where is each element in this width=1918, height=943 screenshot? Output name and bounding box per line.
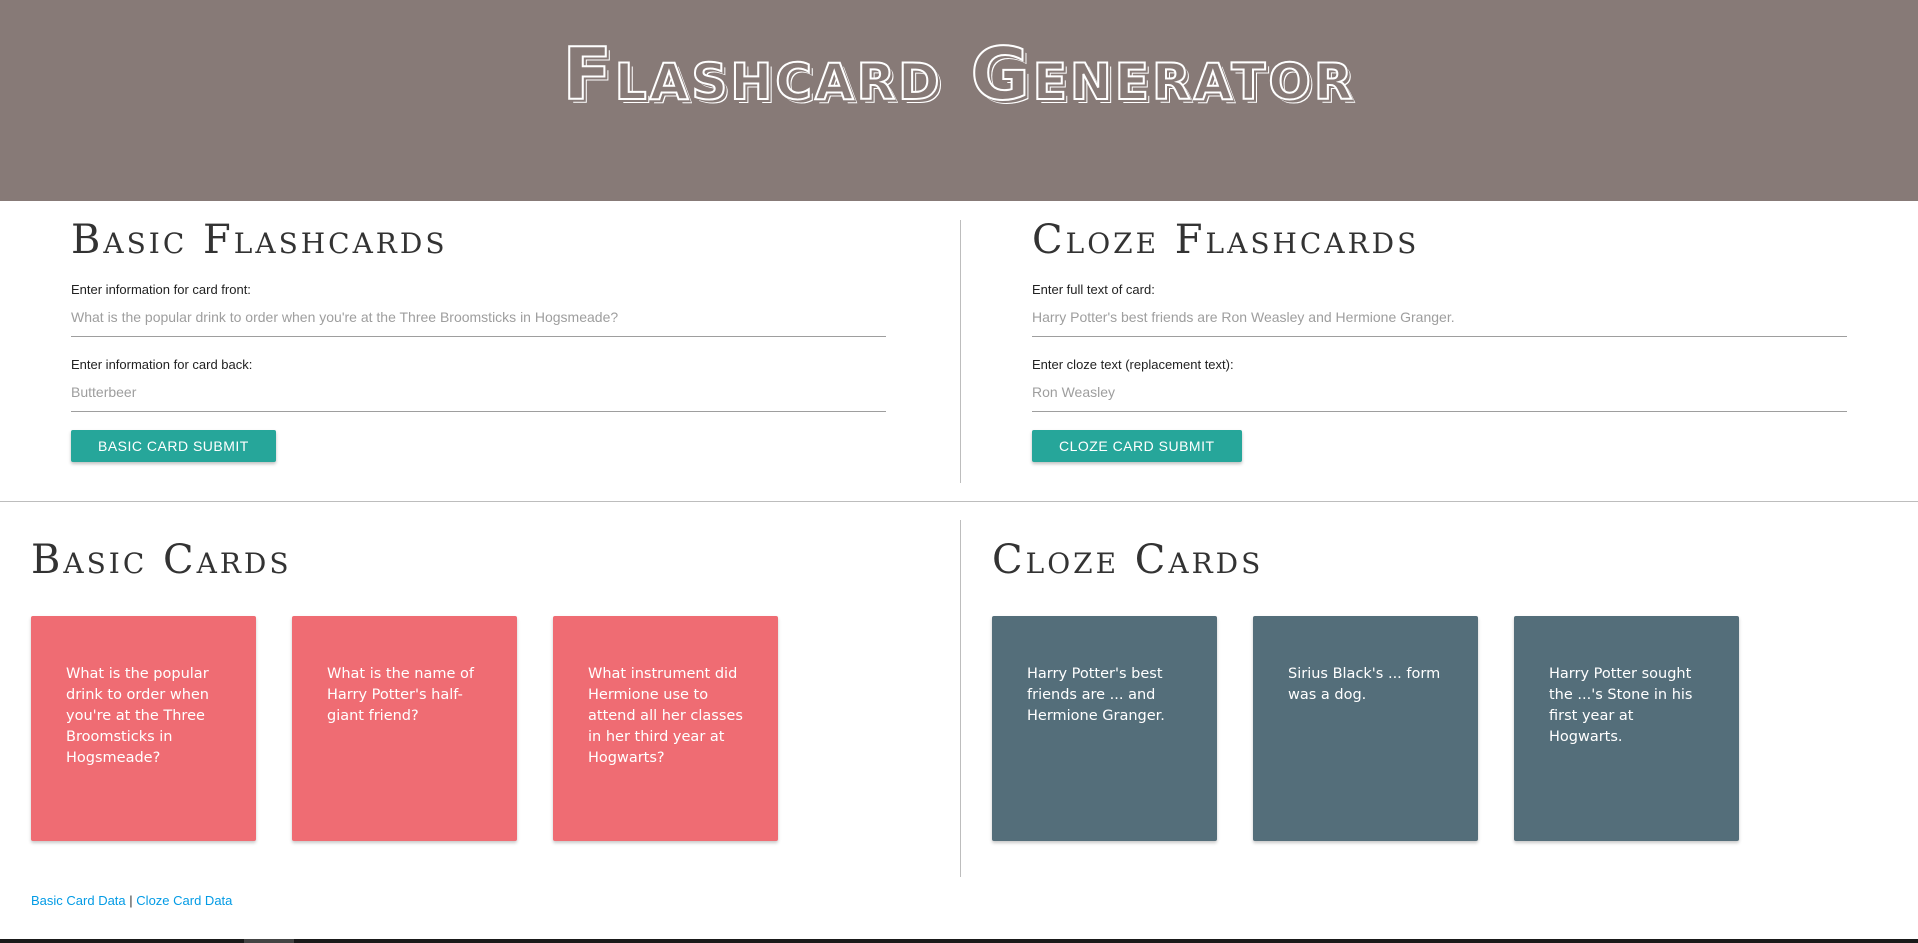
basic-flashcard-form: Basic Flashcards Enter information for c…: [71, 220, 886, 462]
cloze-card[interactable]: Harry Potter's best friends are ... and …: [992, 616, 1217, 841]
card-back-input[interactable]: [71, 372, 886, 412]
basic-card-submit-button[interactable]: BASIC CARD SUBMIT: [71, 430, 276, 462]
footer-links: Basic Card Data | Cloze Card Data: [31, 893, 232, 908]
card-front-label: Enter information for card front:: [71, 282, 251, 297]
cloze-cards-title: Cloze Cards: [992, 537, 1264, 583]
card-back-label: Enter information for card back:: [71, 357, 253, 372]
cloze-text-label: Enter cloze text (replacement text):: [1032, 357, 1234, 372]
full-text-label: Enter full text of card:: [1032, 282, 1155, 297]
cloze-text-input[interactable]: [1032, 372, 1847, 412]
basic-card[interactable]: What is the popular drink to order when …: [31, 616, 256, 841]
card-front-input[interactable]: [71, 297, 886, 337]
cloze-card-data-link[interactable]: Cloze Card Data: [136, 893, 232, 908]
cloze-card[interactable]: Sirius Black's ... form was a dog.: [1253, 616, 1478, 841]
basic-card[interactable]: What instrument did Hermione use to atte…: [553, 616, 778, 841]
cards-divider: [960, 520, 961, 877]
basic-form-title: Basic Flashcards: [71, 217, 448, 263]
form-divider: [960, 220, 961, 483]
scrollbar-thumb[interactable]: [244, 939, 294, 943]
basic-card-data-link[interactable]: Basic Card Data: [31, 893, 126, 908]
cloze-card-submit-button[interactable]: CLOZE CARD SUBMIT: [1032, 430, 1242, 462]
cloze-flashcard-form: Cloze Flashcards Enter full text of card…: [1032, 220, 1847, 462]
basic-card[interactable]: What is the name of Harry Potter's half-…: [292, 616, 517, 841]
cloze-form-title: Cloze Flashcards: [1032, 217, 1420, 263]
cloze-card[interactable]: Harry Potter sought the ...'s Stone in h…: [1514, 616, 1739, 841]
section-divider: [0, 501, 1918, 502]
full-text-input[interactable]: [1032, 297, 1847, 337]
page-header: Flashcard Generator: [0, 0, 1918, 201]
link-separator: |: [129, 893, 133, 908]
page-title: Flashcard Generator: [562, 31, 1356, 117]
basic-cards-title: Basic Cards: [31, 537, 292, 583]
